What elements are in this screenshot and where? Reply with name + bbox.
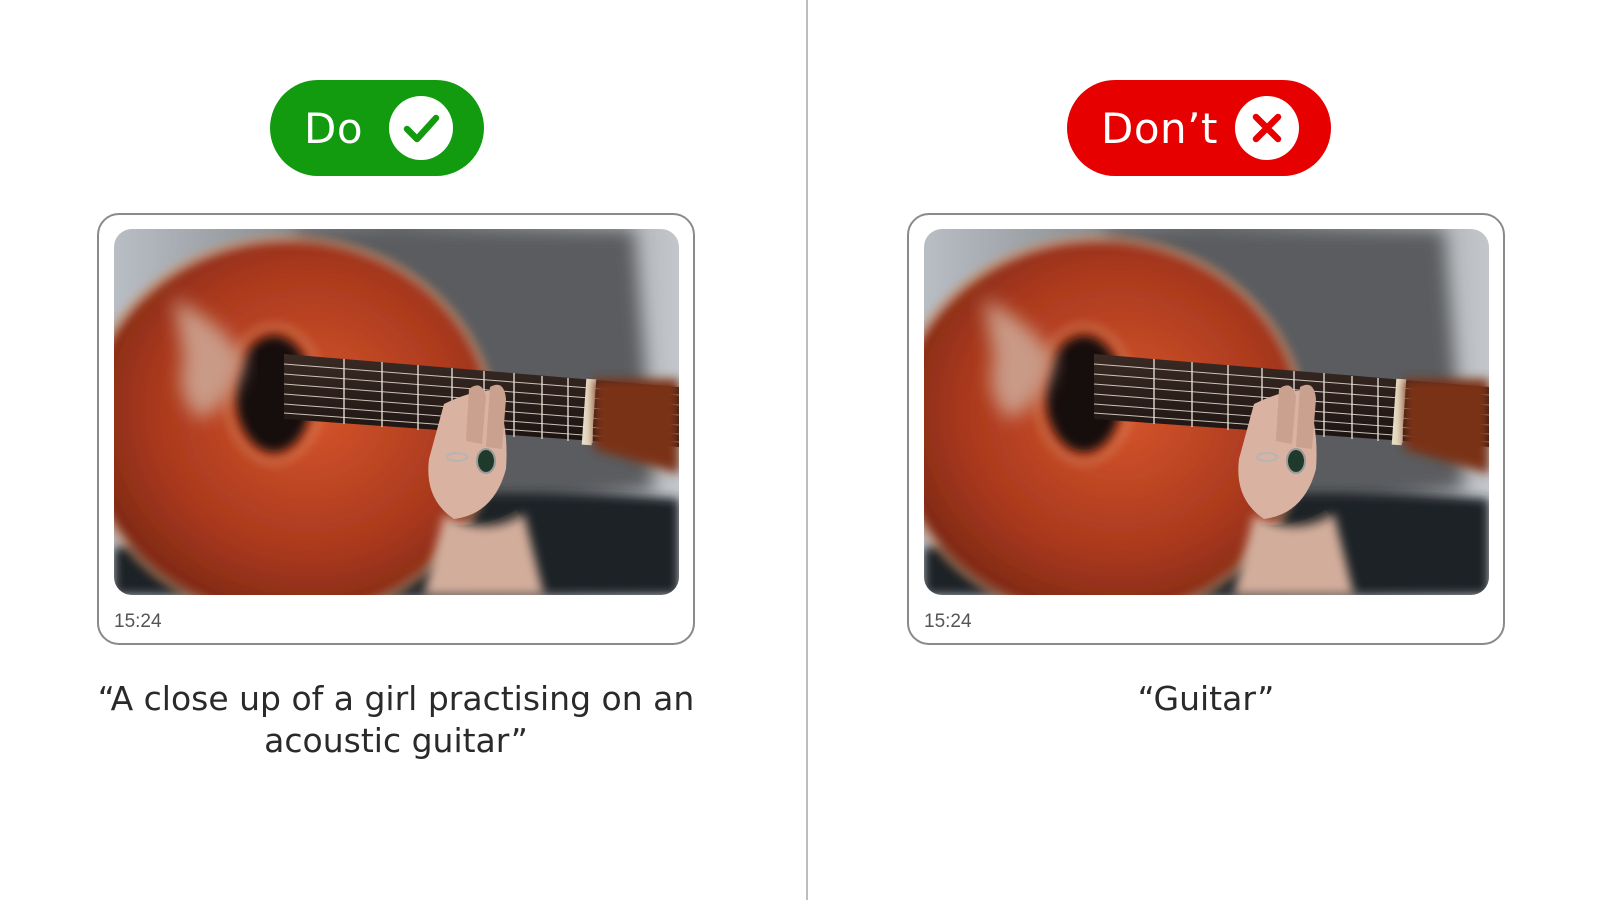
cross-icon <box>1235 96 1299 160</box>
guitar-photo <box>114 229 679 595</box>
do-badge-label: Do <box>304 103 364 153</box>
do-panel: Do 15:24 “A close up of a girl practisin… <box>0 0 800 900</box>
dont-badge: Don’t <box>1067 80 1331 176</box>
check-icon <box>389 96 453 160</box>
bad-caption: “Guitar” <box>1137 679 1275 718</box>
good-caption: “A close up of a girl practising on an a… <box>97 679 695 760</box>
guitar-photo <box>924 229 1489 595</box>
message-timestamp: 15:24 <box>924 611 972 632</box>
message-card: 15:24 <box>97 213 695 645</box>
message-timestamp: 15:24 <box>114 611 162 632</box>
message-card: 15:24 <box>907 213 1505 645</box>
dont-badge-label: Don’t <box>1101 103 1218 153</box>
dont-panel: Don’t 15:24 “Guitar” <box>808 0 1600 900</box>
do-badge: Do <box>270 80 484 176</box>
